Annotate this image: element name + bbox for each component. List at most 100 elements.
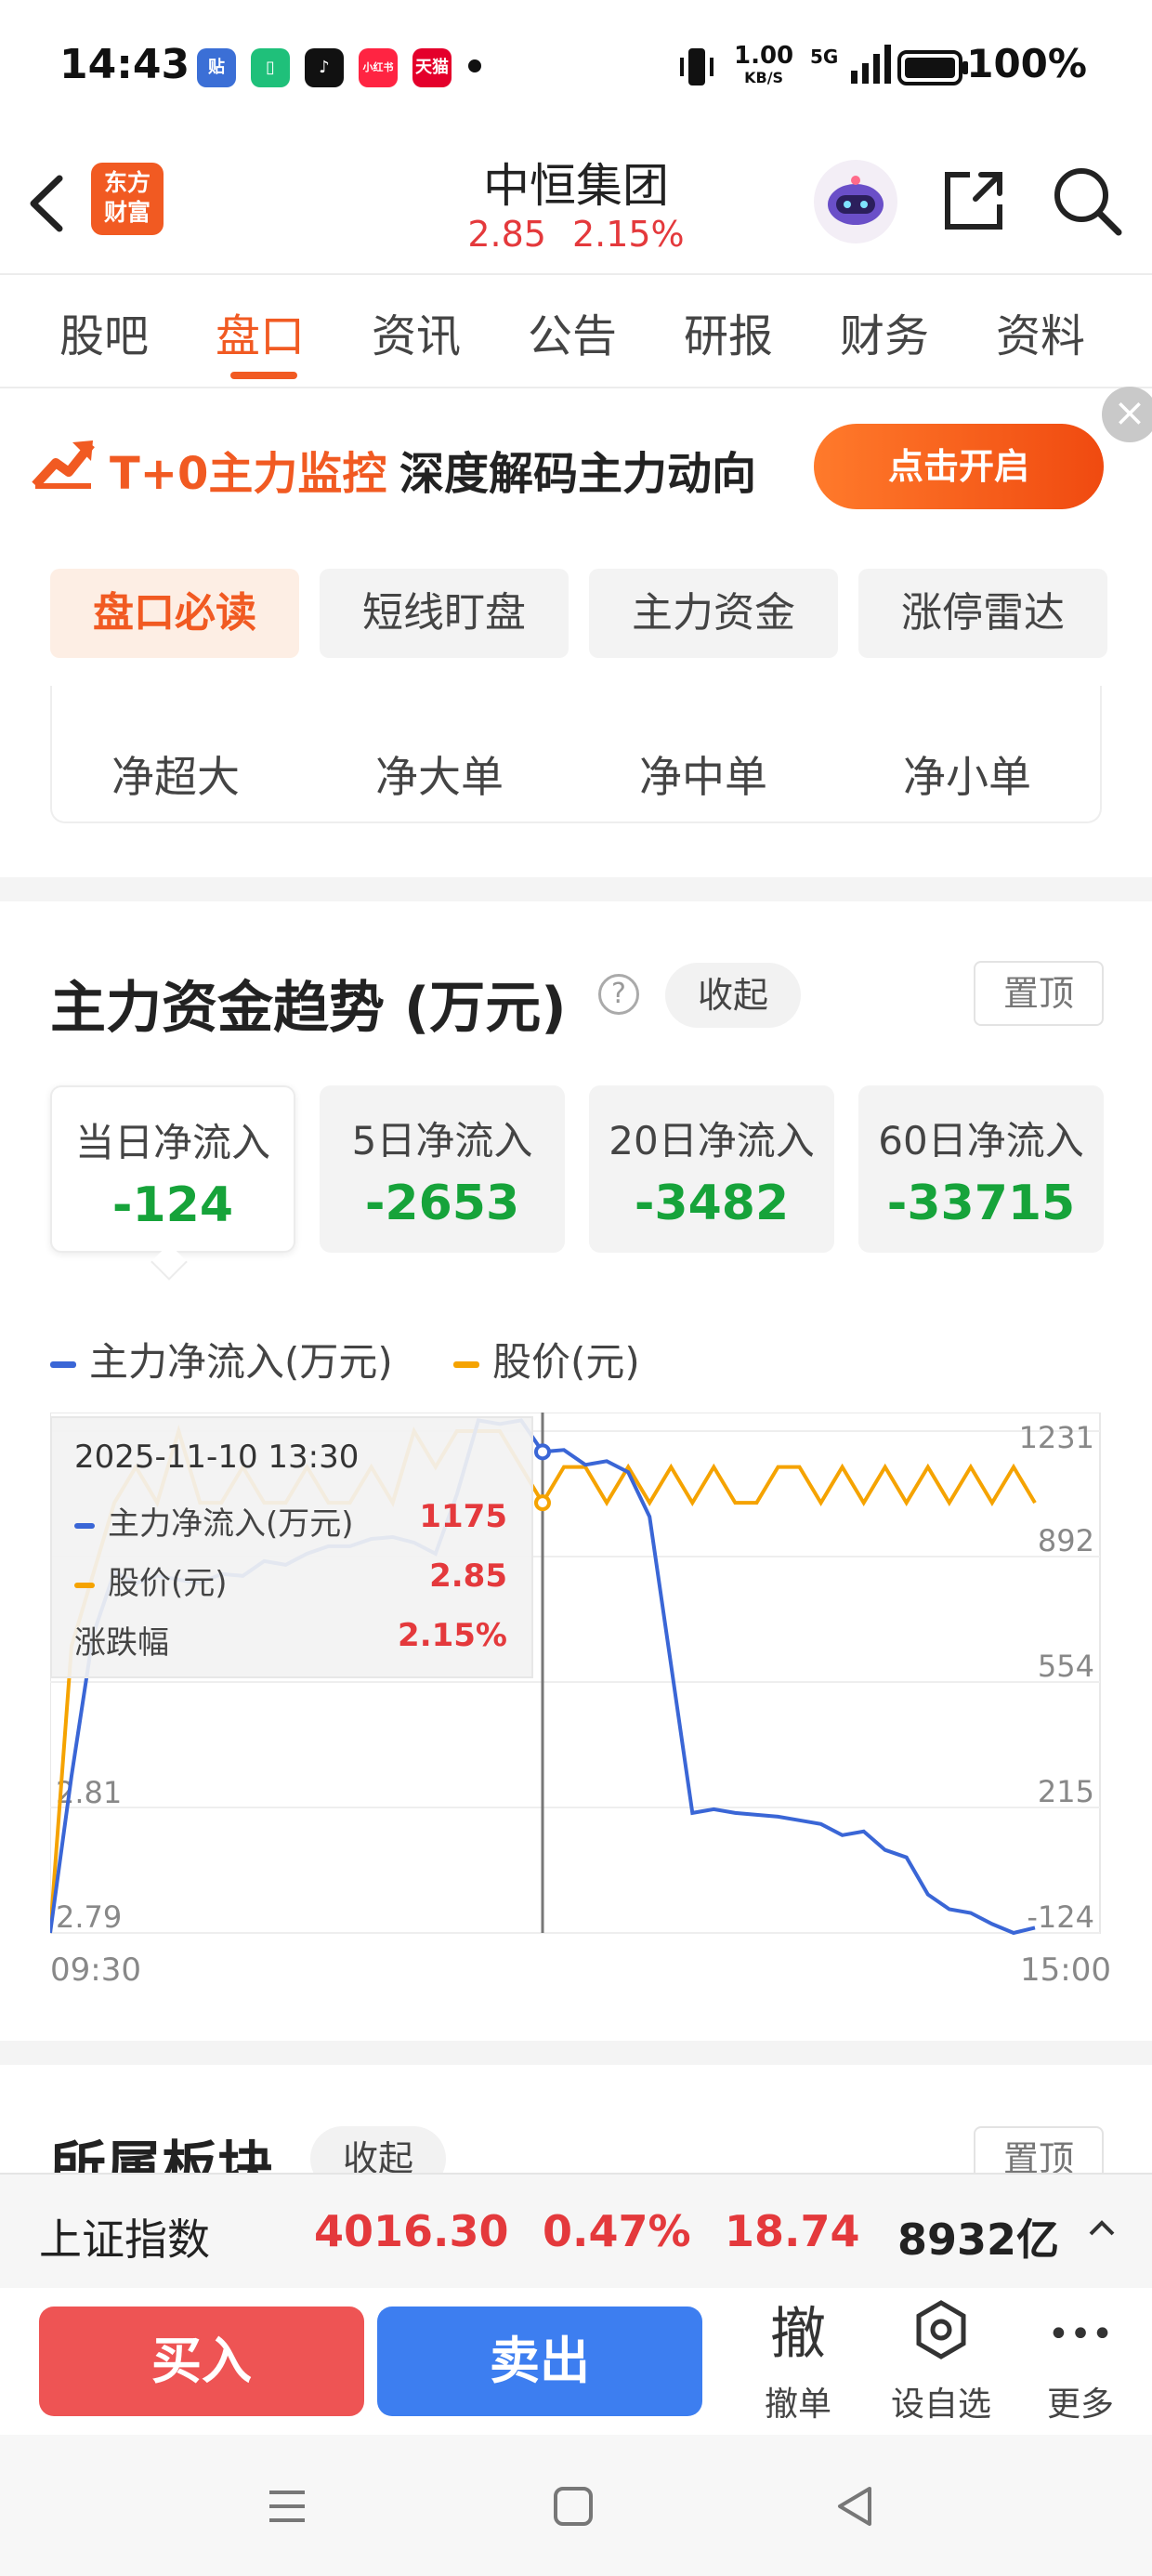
buy-button[interactable]: 买入 — [39, 2307, 364, 2416]
index-value: 4016.30 — [314, 2206, 509, 2256]
tooltip-value-net-inflow: 1175 — [419, 1498, 507, 1535]
tooltip-value-change: 2.15% — [398, 1617, 507, 1654]
cursor-point-net — [534, 1443, 551, 1461]
svg-text:5G: 5G — [810, 46, 838, 68]
back-nav-icon[interactable] — [832, 2483, 879, 2530]
notification-dot-icon — [468, 59, 481, 72]
stock-change-pct: 2.15% — [571, 214, 685, 255]
legend-net-inflow: 主力净流入(万元) — [50, 1331, 393, 1387]
signal-5g-icon: 5G — [808, 43, 892, 89]
share-icon[interactable] — [938, 165, 1009, 236]
left-axis-tick: 2.81 — [56, 1775, 122, 1810]
vibrate-icon — [678, 45, 715, 89]
flow-box-0[interactable]: 当日净流入 -124 — [50, 1085, 295, 1253]
tieba-app-icon: 贴 — [197, 48, 236, 87]
section-gap-2 — [0, 2041, 1152, 2065]
cancel-order-icon: 撤 — [770, 2302, 826, 2367]
more-button[interactable]: ••• 更多 — [1020, 2297, 1141, 2425]
status-time: 14:43 — [59, 41, 190, 88]
net-item-2[interactable]: 净中单 — [639, 743, 767, 805]
tab-1[interactable]: 盘口 — [216, 299, 305, 364]
net-item-1[interactable]: 净大单 — [375, 743, 504, 805]
banner-open-button[interactable]: 点击开启 — [814, 424, 1104, 509]
trend-section-title: 主力资金趋势 (万元) — [50, 976, 567, 1041]
collapse-button[interactable]: 收起 — [665, 963, 801, 1028]
net-item-0[interactable]: 净超大 — [111, 743, 240, 805]
stock-quote: 2.85 2.15% — [390, 214, 762, 255]
flow-box-value: -124 — [111, 1177, 234, 1233]
right-axis-tick: 554 — [1038, 1649, 1094, 1684]
banner-text: 深度解码主力动向 — [399, 448, 757, 500]
flow-box-label: 当日净流入 — [74, 1120, 270, 1165]
net-item-3[interactable]: 净小单 — [903, 743, 1031, 805]
flow-box-value: -2653 — [364, 1176, 520, 1231]
subtab-3[interactable]: 涨停雷达 — [858, 569, 1107, 658]
tooltip-row-net-inflow: 主力净流入(万元) — [74, 1498, 354, 1544]
right-axis-tick: 892 — [1038, 1523, 1094, 1558]
active-tab-indicator — [230, 372, 297, 379]
stock-price: 2.85 — [467, 214, 546, 255]
stock-name: 中恒集团 — [483, 159, 669, 213]
index-change: 18.74 — [725, 2206, 860, 2256]
trend-arrow-icon — [32, 429, 97, 494]
flow-box-value: -3482 — [634, 1176, 790, 1231]
battery-percent: 100% — [966, 41, 1087, 86]
flow-box-label: 60日净流入 — [878, 1118, 1084, 1163]
sell-button[interactable]: 卖出 — [377, 2307, 702, 2416]
network-speed: 1.00 KB/S — [734, 42, 794, 86]
x-axis-start: 09:30 — [50, 1952, 141, 1989]
subtab-0[interactable]: 盘口必读 — [50, 569, 299, 658]
search-icon[interactable] — [1050, 164, 1124, 238]
banner-close-icon[interactable]: × — [1102, 387, 1152, 442]
pin-top-button[interactable]: 置顶 — [974, 961, 1104, 1026]
cursor-point-price — [534, 1494, 551, 1512]
banner-highlight: T+0主力监控 — [110, 448, 387, 500]
legend-price: 股价(元) — [453, 1331, 640, 1387]
x-axis-end: 15:00 — [1020, 1952, 1111, 1989]
eastmoney-logo[interactable]: 东方 财富 — [91, 163, 164, 235]
index-name: 上证指数 — [39, 2215, 210, 2265]
tab-0[interactable]: 股吧 — [59, 299, 149, 364]
tab-3[interactable]: 公告 — [528, 299, 617, 364]
flow-box-label: 5日净流入 — [351, 1118, 533, 1163]
subtab-2[interactable]: 主力资金 — [589, 569, 838, 658]
help-icon[interactable]: ? — [598, 974, 639, 1015]
tabs-divider — [0, 387, 1152, 388]
tooltip-value-price: 2.85 — [429, 1557, 507, 1595]
subtab-1[interactable]: 短线盯盘 — [320, 569, 569, 658]
tiktok-app-icon: ♪ — [305, 48, 344, 87]
ai-assistant-avatar-icon[interactable] — [814, 160, 897, 243]
flow-box-3[interactable]: 60日净流入 -33715 — [858, 1085, 1104, 1253]
index-volume: 8932亿 — [897, 2215, 1060, 2265]
tooltip-row-change: 涨跌幅 — [74, 1624, 169, 1662]
add-watchlist-button[interactable]: 设自选 — [881, 2297, 1001, 2425]
left-axis-tick: 2.79 — [56, 1899, 122, 1935]
tab-5[interactable]: 财务 — [840, 299, 929, 364]
right-axis-tick: -124 — [1027, 1899, 1094, 1935]
right-axis-tick: 215 — [1038, 1774, 1094, 1809]
tooltip-row-price: 股价(元) — [74, 1557, 228, 1603]
menu-nav-icon[interactable] — [264, 2483, 310, 2530]
flow-box-value: -33715 — [886, 1176, 1076, 1231]
flow-box-label: 20日净流入 — [609, 1118, 815, 1163]
battery-icon — [897, 50, 970, 85]
cancel-order-button[interactable]: 撤撤单 — [738, 2297, 858, 2425]
right-axis-tick: 1231 — [1019, 1420, 1094, 1455]
header-divider — [0, 273, 1152, 275]
back-arrow-icon[interactable] — [24, 171, 71, 236]
xiaohongshu-app-icon: 小红书 — [359, 48, 398, 87]
home-nav-icon[interactable] — [550, 2483, 596, 2530]
hexagon-gear-icon — [881, 2297, 1001, 2372]
tab-6[interactable]: 资料 — [996, 299, 1085, 364]
tooltip-date: 2025-11-10 13:30 — [74, 1439, 360, 1476]
index-pct: 0.47% — [543, 2206, 691, 2256]
more-dots-icon: ••• — [1047, 2313, 1114, 2356]
section-gap — [0, 877, 1152, 901]
battery-app-icon: ▯ — [251, 48, 290, 87]
flow-box-1[interactable]: 5日净流入 -2653 — [320, 1085, 565, 1253]
expand-up-icon[interactable] — [1083, 2210, 1120, 2247]
tab-4[interactable]: 研报 — [684, 299, 773, 364]
flow-box-2[interactable]: 20日净流入 -3482 — [589, 1085, 834, 1253]
tab-2[interactable]: 资讯 — [372, 299, 461, 364]
tmall-app-icon: 天猫 — [412, 48, 452, 87]
